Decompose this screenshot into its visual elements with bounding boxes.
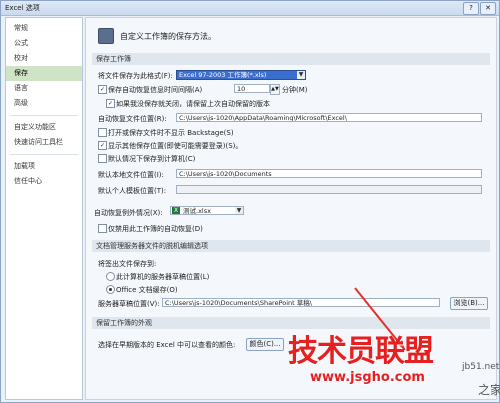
title-bar: Excel 选项 ? ✕	[1, 1, 499, 16]
sidebar-item-trust-center[interactable]: 信任中心	[6, 174, 82, 189]
show-more-locations-label: 显示其他保存位置(即使可能需要登录)(S)。	[108, 142, 243, 150]
backstage-label: 打开或保存文件时不显示 Backstage(S)	[108, 129, 234, 137]
sidebar-item-customize-ribbon[interactable]: 自定义功能区	[6, 120, 82, 135]
save-format-label: 将文件保存为此格式(F):	[98, 72, 173, 80]
close-button[interactable]: ✕	[480, 2, 496, 15]
default-local-location-input[interactable]: C:\Users\js-1020\Documents	[176, 169, 482, 178]
keep-last-version-checkbox[interactable]: ✓	[106, 99, 115, 108]
server-drafts-location-input[interactable]: C:\Users\js-1020\Documents\SharePoint 草稿…	[162, 298, 440, 307]
show-more-locations-checkbox[interactable]: ✓	[98, 141, 107, 150]
sidebar-item-general[interactable]: 常规	[6, 21, 82, 36]
save-icon	[98, 28, 114, 44]
minutes-label: 分钟(M)	[282, 86, 308, 94]
sidebar-divider	[10, 115, 78, 116]
autorecover-location-input[interactable]: C:\Users\js-1020\AppData\Roaming\Microso…	[176, 113, 482, 122]
radio-office-cache[interactable]	[106, 285, 115, 294]
save-to-computer-checkbox[interactable]	[98, 154, 107, 163]
disable-autorecover-checkbox[interactable]	[98, 224, 107, 233]
sidebar-item-addins[interactable]: 加载项	[6, 159, 82, 174]
save-checked-out-label: 将签出文件保存到:	[98, 260, 157, 268]
disable-autorecover-label: 仅禁用此工作簿的自动恢复(D)	[108, 225, 203, 233]
sidebar-divider	[10, 154, 78, 155]
save-format-value: Excel 97-2003 工作簿(*.xls)	[179, 71, 267, 79]
watermark-logo-text: 技术员联盟	[288, 334, 434, 369]
save-to-computer-label: 默认情况下保存到计算机(C)	[108, 155, 196, 163]
sidebar-item-formulas[interactable]: 公式	[6, 36, 82, 51]
radio-office-cache-label: Office 文档缓存(O)	[116, 286, 178, 294]
section-save-workbooks: 保存工作簿	[92, 53, 490, 65]
help-button[interactable]: ?	[463, 2, 479, 15]
watermark-site-2: 之家	[478, 383, 500, 397]
autorecover-minutes-input[interactable]: 10	[234, 84, 270, 93]
panel-header-text: 自定义工作簿的保存方法。	[120, 32, 216, 41]
browse-button[interactable]: 浏览(B)...	[450, 297, 488, 310]
sidebar-item-advanced[interactable]: 高级	[6, 96, 82, 111]
backstage-checkbox[interactable]	[98, 128, 107, 137]
options-sidebar: 常规 公式 校对 保存 语言 高级 自定义功能区 快速访问工具栏 加载项 信任中…	[5, 17, 83, 400]
autorecover-exceptions-label: 自动恢复例外情况(X):	[94, 209, 163, 217]
sidebar-item-quick-access[interactable]: 快速访问工具栏	[6, 135, 82, 150]
server-drafts-location-label: 服务器草稿位置(V):	[98, 300, 160, 308]
minutes-spinner[interactable]: ▲▼	[270, 84, 280, 95]
sidebar-item-proofing[interactable]: 校对	[6, 51, 82, 66]
autorecover-label: 保存自动恢复信息时间间隔(A)	[108, 86, 203, 94]
autorecover-location-label: 自动恢复文件位置(R):	[98, 115, 167, 123]
excel-file-icon: X	[172, 207, 180, 214]
exception-workbook-name: 测试.xlsx	[183, 207, 211, 215]
sidebar-item-language[interactable]: 语言	[6, 81, 82, 96]
keep-last-version-label: 如果我没保存就关闭，请保留上次自动保留的版本	[116, 100, 270, 108]
colors-button[interactable]: 颜色(C)...	[246, 338, 284, 351]
save-format-dropdown[interactable]: Excel 97-2003 工作簿(*.xls) ▼	[176, 70, 306, 80]
default-local-location-label: 默认本地文件位置(I):	[98, 171, 164, 179]
radio-server-drafts-label: 此计算机的服务器草稿位置(L)	[116, 273, 210, 281]
chevron-down-icon: ▼	[297, 71, 305, 79]
watermark-url: www.jsgho.com	[310, 370, 425, 385]
default-template-location-input[interactable]	[176, 185, 482, 194]
section-offline-editing: 文档管理服务器文件的脱机编辑选项	[92, 240, 490, 252]
autorecover-exceptions-dropdown[interactable]: X 测试.xlsx ▼	[170, 206, 244, 215]
chevron-down-icon: ▼	[235, 207, 243, 214]
radio-server-drafts[interactable]	[106, 272, 115, 281]
watermark-site-1: jb51.net	[462, 362, 500, 372]
sidebar-item-save[interactable]: 保存	[6, 66, 82, 81]
autorecover-checkbox[interactable]: ✓	[98, 85, 107, 94]
window-title: Excel 选项	[5, 4, 40, 12]
default-template-location-label: 默认个人模板位置(T):	[98, 187, 167, 195]
colors-label: 选择在早期版本的 Excel 中可以查看的颜色:	[98, 341, 236, 349]
